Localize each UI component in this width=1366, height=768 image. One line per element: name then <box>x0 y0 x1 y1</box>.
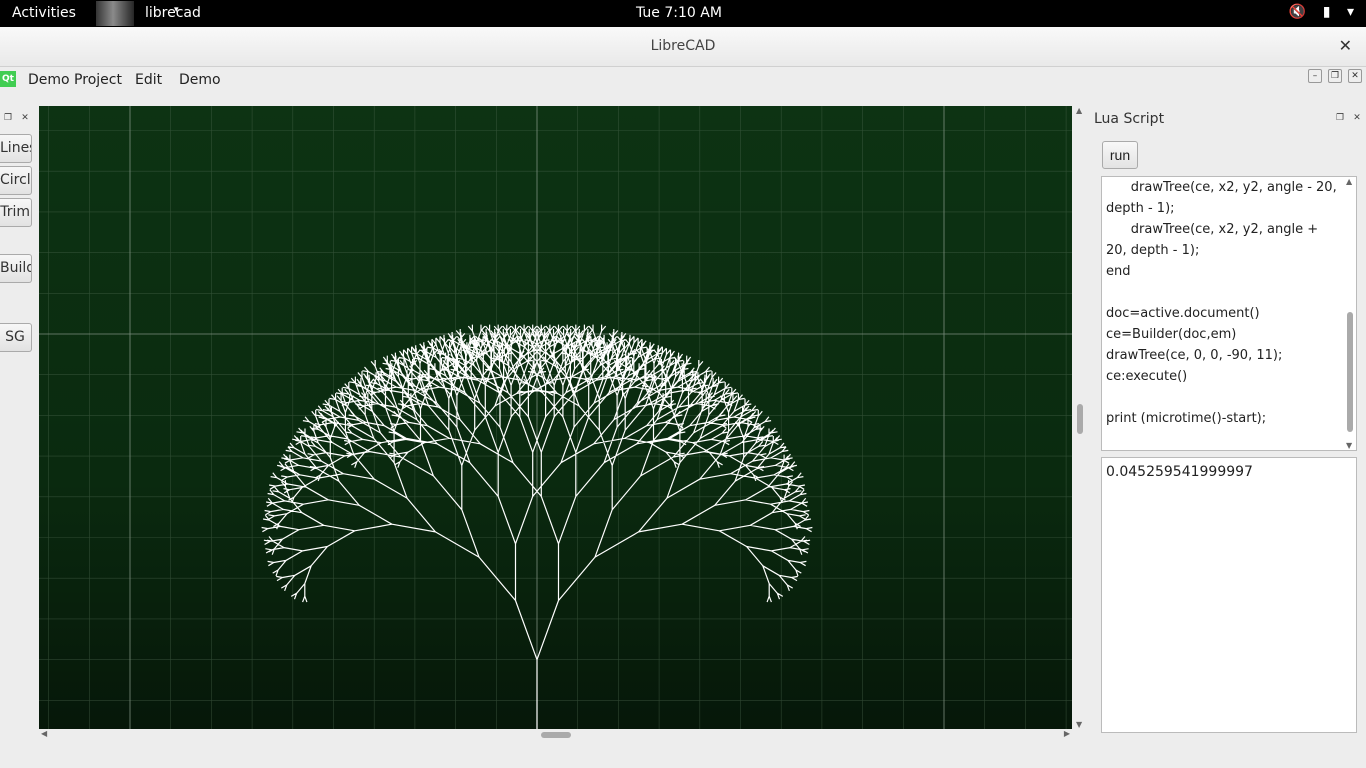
mdi-minimize-button[interactable]: – <box>1308 69 1322 83</box>
menu-demo-project[interactable]: Demo Project <box>28 72 122 88</box>
script-editor[interactable]: drawTree(ce, x2, y2, angle - 20, depth -… <box>1101 176 1357 451</box>
clock[interactable]: Tue 7:10 AM <box>636 5 722 21</box>
window-title: LibreCAD <box>650 38 716 54</box>
app-menu[interactable]: librecad ▾ <box>96 0 201 27</box>
system-status-area[interactable]: 🔇 ▮ ▾ <box>1277 4 1354 20</box>
scroll-up-icon[interactable]: ▲ <box>1346 177 1352 186</box>
grid <box>39 106 1072 729</box>
scroll-down-icon[interactable]: ▼ <box>1076 720 1082 729</box>
volume-muted-icon: 🔇 <box>1288 4 1307 20</box>
scroll-left-icon[interactable]: ◀ <box>41 729 47 738</box>
output-panel[interactable]: 0.045259541999997 <box>1101 457 1357 733</box>
menu-demo[interactable]: Demo <box>179 72 221 88</box>
editor-scrollbar[interactable]: ▲ ▼ <box>1344 177 1356 450</box>
dock-close-icon[interactable]: ✕ <box>1351 112 1363 124</box>
scroll-thumb[interactable] <box>1077 404 1083 434</box>
scroll-right-icon[interactable]: ▶ <box>1064 729 1070 738</box>
canvas-horizontal-scrollbar[interactable]: ◀ ▶ <box>39 729 1072 741</box>
run-button[interactable]: run <box>1102 141 1138 169</box>
drawing-canvas[interactable] <box>39 106 1072 729</box>
toolbar-close-icon[interactable]: ✕ <box>19 112 31 124</box>
mdi-close-button[interactable]: ✕ <box>1348 69 1362 83</box>
lua-dock-title: Lua Script <box>1094 111 1165 127</box>
drawing-svg <box>39 106 1072 729</box>
lines-button[interactable]: Lines <box>0 134 32 163</box>
toolbar-float-icon[interactable]: ❐ <box>2 112 14 124</box>
output-text: 0.045259541999997 <box>1106 464 1253 480</box>
menu-edit[interactable]: Edit <box>135 72 162 88</box>
activities-button[interactable]: Activities <box>12 5 76 21</box>
window-title-bar: LibreCAD ✕ <box>0 27 1366 67</box>
mdi-restore-button[interactable]: ❐ <box>1328 69 1342 83</box>
scroll-thumb[interactable] <box>541 732 571 738</box>
system-top-bar: Activities librecad ▾ Tue 7:10 AM 🔇 ▮ ▾ <box>0 0 1366 27</box>
menu-bar: Qt Demo Project Edit Demo <box>0 67 1366 94</box>
scroll-thumb[interactable] <box>1347 312 1353 432</box>
chevron-down-icon: ▾ <box>1346 4 1354 20</box>
dock-float-icon[interactable]: ❐ <box>1334 112 1346 124</box>
window-close-button[interactable]: ✕ <box>1339 36 1352 55</box>
grid-lines <box>39 106 1072 729</box>
sg-button[interactable]: SG <box>0 323 32 352</box>
major-grid-lines <box>39 106 1072 729</box>
trim-button[interactable]: Trim <box>0 198 32 227</box>
builder-button[interactable]: Builder <box>0 254 32 283</box>
scroll-down-icon[interactable]: ▼ <box>1346 441 1352 450</box>
scroll-up-icon[interactable]: ▲ <box>1076 106 1082 115</box>
battery-icon: ▮ <box>1322 4 1331 20</box>
chevron-down-icon: ▾ <box>174 5 179 15</box>
app-icon <box>96 1 134 26</box>
app-menu-label: librecad <box>145 5 201 21</box>
qt-logo-icon: Qt <box>0 71 16 87</box>
script-text[interactable]: drawTree(ce, x2, y2, angle - 20, depth -… <box>1106 177 1342 429</box>
canvas-vertical-scrollbar[interactable]: ▲ ▼ <box>1074 106 1086 729</box>
circle-button[interactable]: Circle <box>0 166 32 195</box>
